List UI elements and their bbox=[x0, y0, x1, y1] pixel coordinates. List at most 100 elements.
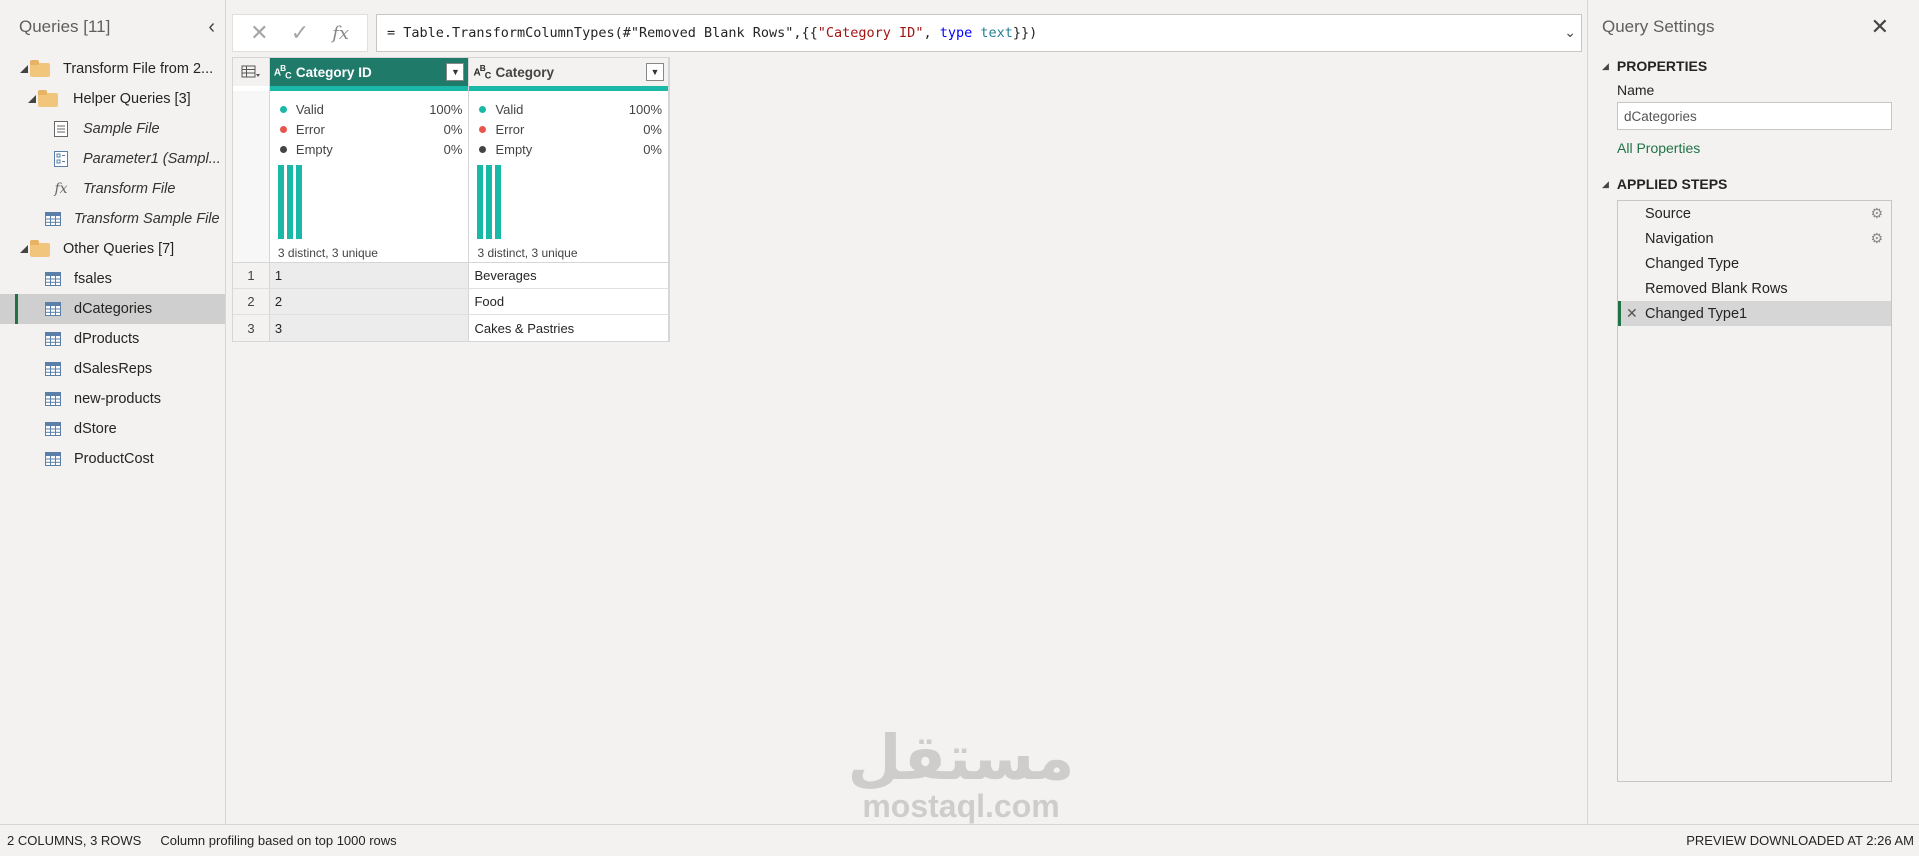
properties-heading[interactable]: ◢ PROPERTIES bbox=[1588, 54, 1919, 78]
error-dot-icon bbox=[279, 125, 287, 133]
column-profile-row: Valid 100% Error 0% Empty 0% 3 distinct, 3 uni… bbox=[233, 91, 669, 263]
distribution-chart bbox=[477, 165, 502, 239]
close-icon[interactable]: ✕ bbox=[1871, 14, 1889, 40]
query-label: Other Queries [7] bbox=[63, 241, 175, 257]
grid-rows: 1 1 Beverages 2 2 Food 3 3 Cakes & Pastries bbox=[233, 263, 670, 341]
table-cell[interactable]: Beverages bbox=[469, 263, 670, 288]
expand-formula-icon[interactable]: ⌄ bbox=[1564, 24, 1576, 41]
step-label: Changed Type bbox=[1645, 255, 1740, 272]
table-cell[interactable]: 1 bbox=[269, 263, 470, 288]
collapse-triangle-icon[interactable]: ◢ bbox=[1602, 179, 1609, 190]
step-label: Source bbox=[1645, 205, 1691, 222]
distribution-bar[interactable] bbox=[295, 165, 302, 239]
row-number[interactable]: 3 bbox=[233, 315, 270, 341]
applied-step[interactable]: Navigation ⚙ bbox=[1618, 226, 1891, 251]
collapse-pane-icon[interactable]: ‹ bbox=[208, 16, 215, 39]
query-item[interactable]: ProductCost bbox=[0, 444, 225, 474]
expand-triangle-icon[interactable] bbox=[20, 65, 28, 73]
watermark-latin: mostaql.com bbox=[862, 788, 1060, 824]
gear-icon[interactable]: ⚙ bbox=[1870, 205, 1883, 222]
query-settings-header: Query Settings ✕ bbox=[1588, 0, 1919, 54]
formula-token: = Table.TransformColumnTypes(#"Removed B… bbox=[387, 25, 818, 41]
column-profile: Valid 100% Error 0% Empty 0% 3 distinct, 3 uni… bbox=[469, 91, 669, 262]
status-dimensions: 2 COLUMNS, 3 ROWS bbox=[7, 833, 142, 848]
row-number[interactable]: 1 bbox=[233, 263, 270, 288]
query-item[interactable]: fsales bbox=[0, 264, 225, 294]
delete-step-icon[interactable]: ✕ bbox=[1626, 305, 1638, 322]
applied-step[interactable]: Changed Type bbox=[1618, 251, 1891, 276]
gear-icon[interactable]: ⚙ bbox=[1870, 230, 1883, 247]
column-header-category[interactable]: ABC Category ▼ bbox=[469, 58, 670, 86]
applied-steps-heading[interactable]: ◢ APPLIED STEPS bbox=[1588, 172, 1919, 196]
distribution-bar[interactable] bbox=[277, 165, 284, 239]
formula-input[interactable]: = Table.TransformColumnTypes(#"Removed B… bbox=[376, 14, 1582, 52]
column-header-category-id[interactable]: ABC Category ID ▼ bbox=[269, 58, 470, 86]
query-group[interactable]: Other Queries [7] bbox=[0, 234, 225, 264]
applied-step[interactable]: Removed Blank Rows bbox=[1618, 276, 1891, 301]
cancel-formula-icon[interactable]: ✕ bbox=[242, 20, 276, 46]
table-icon bbox=[44, 271, 62, 287]
query-item[interactable]: fx Transform File bbox=[0, 174, 225, 204]
table-cell[interactable]: 2 bbox=[269, 289, 470, 314]
table-row: 3 3 Cakes & Pastries bbox=[233, 315, 670, 341]
grid-header-row: ABC Category ID ▼ ABC Category ▼ bbox=[233, 58, 670, 86]
query-item[interactable]: dCategories bbox=[0, 294, 225, 324]
query-item[interactable]: Transform Sample File bbox=[0, 204, 225, 234]
query-item[interactable]: dSalesReps bbox=[0, 354, 225, 384]
query-name-input[interactable]: dCategories bbox=[1617, 102, 1892, 130]
watermark: مستقل mostaql.com bbox=[836, 727, 1086, 825]
quality-valid-label: Valid bbox=[495, 101, 524, 117]
table-menu-icon[interactable] bbox=[233, 58, 270, 86]
collapse-triangle-icon[interactable]: ◢ bbox=[1602, 61, 1609, 72]
query-group[interactable]: Transform File from 2... bbox=[0, 54, 225, 84]
text-type-icon[interactable]: ABC bbox=[473, 63, 495, 80]
query-label: Transform Sample File bbox=[74, 211, 220, 227]
table-icon bbox=[44, 361, 62, 377]
filter-dropdown-icon[interactable]: ▼ bbox=[646, 63, 665, 81]
table-icon bbox=[44, 421, 62, 437]
query-item[interactable]: Sample File bbox=[0, 114, 225, 144]
distribution-bar[interactable] bbox=[477, 165, 484, 239]
quality-valid-line: Valid 100% bbox=[479, 99, 662, 119]
distribution-bar[interactable] bbox=[495, 165, 502, 239]
expand-triangle-icon[interactable] bbox=[20, 245, 28, 253]
distribution-chart bbox=[277, 165, 302, 239]
applied-step[interactable]: Source ⚙ bbox=[1618, 201, 1891, 226]
formula-token bbox=[972, 25, 980, 41]
text-type-icon[interactable]: ABC bbox=[274, 63, 296, 80]
query-group[interactable]: Helper Queries [3] bbox=[0, 84, 225, 114]
status-profiling[interactable]: Column profiling based on top 1000 rows bbox=[160, 833, 396, 848]
distribution-bar[interactable] bbox=[286, 165, 293, 239]
formula-token: , bbox=[923, 25, 940, 41]
folder-icon bbox=[38, 90, 58, 107]
insert-function-icon[interactable]: fx bbox=[324, 23, 358, 44]
queries-tree: Transform File from 2... Helper Queries [… bbox=[0, 54, 225, 474]
quality-error-label: Error bbox=[295, 121, 325, 137]
query-label: dStore bbox=[74, 421, 117, 437]
query-item[interactable]: dStore bbox=[0, 414, 225, 444]
applied-step[interactable]: ✕ Changed Type1 bbox=[1618, 301, 1891, 326]
column-profile: Valid 100% Error 0% Empty 0% 3 distinct, 3 uni… bbox=[270, 91, 470, 262]
query-label: ProductCost bbox=[74, 451, 154, 467]
confirm-formula-icon[interactable]: ✓ bbox=[283, 20, 317, 46]
distribution-bar[interactable] bbox=[486, 165, 493, 239]
table-cell[interactable]: Cakes & Pastries bbox=[469, 315, 670, 341]
filter-dropdown-icon[interactable]: ▼ bbox=[446, 63, 465, 81]
expand-triangle-icon[interactable] bbox=[28, 95, 36, 103]
table-row: 2 2 Food bbox=[233, 289, 670, 315]
query-label: dProducts bbox=[74, 331, 140, 347]
folder-icon bbox=[30, 240, 50, 257]
table-cell[interactable]: Food bbox=[469, 289, 670, 314]
query-item[interactable]: new-products bbox=[0, 384, 225, 414]
all-properties-link[interactable]: All Properties bbox=[1588, 140, 1919, 160]
formula-token: "Category ID" bbox=[817, 25, 924, 41]
query-item[interactable]: Parameter1 (Sampl... bbox=[0, 144, 225, 174]
query-item[interactable]: dProducts bbox=[0, 324, 225, 354]
query-settings-title: Query Settings bbox=[1602, 17, 1715, 36]
table-cell[interactable]: 3 bbox=[269, 315, 470, 341]
applied-steps-heading-label: APPLIED STEPS bbox=[1616, 176, 1728, 192]
table-icon bbox=[44, 331, 62, 347]
quality-error-label: Error bbox=[495, 121, 525, 137]
row-number[interactable]: 2 bbox=[233, 289, 270, 314]
query-label: Transform File bbox=[83, 181, 176, 197]
